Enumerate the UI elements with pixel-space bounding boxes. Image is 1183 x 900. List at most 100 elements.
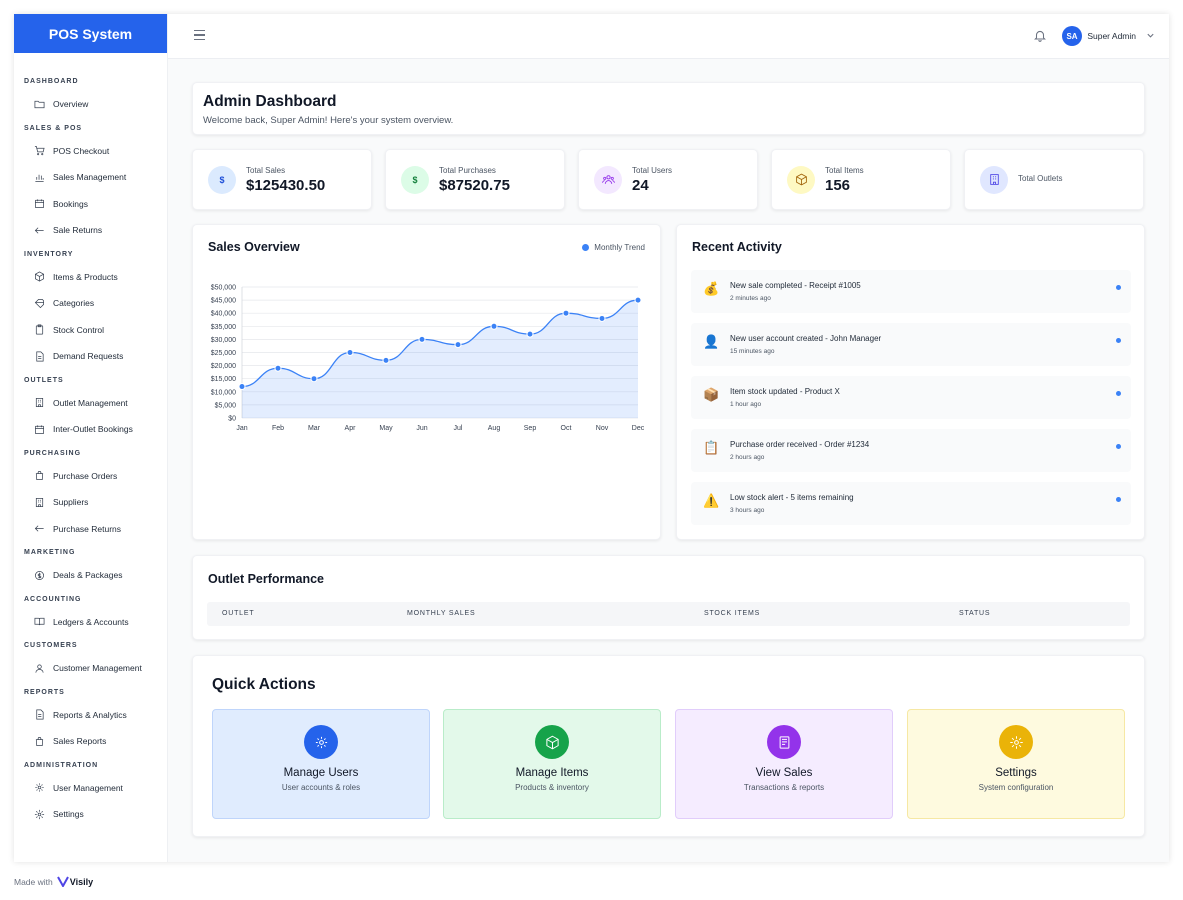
clipboard-icon: 📋 [703, 440, 720, 455]
nav-group: ACCOUNTING Ledgers & Accounts [14, 595, 167, 636]
data-point [274, 364, 282, 372]
user-avatar[interactable]: SA [1062, 26, 1082, 46]
sidebar-item-purchase-orders[interactable]: Purchase Orders [14, 463, 167, 490]
sidebar-item-customer-management[interactable]: Customer Management [14, 655, 167, 682]
column-header-outlet[interactable]: OUTLET [222, 610, 254, 617]
menu-toggle-icon[interactable] [194, 30, 205, 41]
sidebar-item-sales-management[interactable]: Sales Management [14, 164, 167, 191]
y-tick-label: $5,000 [215, 402, 237, 409]
sidebar-item-suppliers[interactable]: Suppliers [14, 489, 167, 516]
building-icon [980, 165, 1008, 194]
y-tick-label: $20,000 [211, 363, 236, 370]
stat-card-total-outlets[interactable]: Total Outlets [964, 149, 1144, 210]
sidebar-item-settings[interactable]: Settings [14, 801, 167, 828]
column-header-stock-items[interactable]: STOCK ITEMS [704, 610, 760, 617]
x-tick-label: Jan [236, 425, 247, 432]
sidebar-item-pos-checkout[interactable]: POS Checkout [14, 138, 167, 165]
sidebar-item-overview[interactable]: Overview [14, 91, 167, 118]
user-name[interactable]: Super Admin [1087, 31, 1136, 41]
sidebar-item-inter-outlet-bookings[interactable]: Inter-Outlet Bookings [14, 416, 167, 443]
column-header-status[interactable]: STATUS [959, 610, 990, 617]
sidebar-item-demand-requests[interactable]: Demand Requests [14, 343, 167, 370]
nav-section-title: ADMINISTRATION [24, 761, 99, 769]
sidebar-item-sale-returns[interactable]: Sale Returns [14, 217, 167, 244]
sidebar-item-sales-reports[interactable]: Sales Reports [14, 728, 167, 755]
made-with-footer: Made with Visily [14, 876, 93, 887]
sidebar-item-label: User Management [53, 782, 123, 793]
chevron-down-icon[interactable] [1146, 31, 1155, 40]
unread-dot [1116, 338, 1121, 343]
y-tick-label: $0 [228, 416, 236, 423]
receipt-icon [767, 725, 801, 759]
brand-logo[interactable]: POS System [14, 14, 167, 53]
nav-section-title: ACCOUNTING [24, 595, 82, 603]
quick-action-title: Manage Items [515, 767, 589, 779]
activity-text: New user account created - John Manager [730, 334, 882, 343]
sidebar-item-label: Purchase Orders [53, 470, 118, 481]
quick-action-manage-items[interactable]: Manage Items Products & inventory [443, 709, 661, 819]
warning-icon: ⚠️ [703, 493, 720, 508]
nav-group: PURCHASING Purchase Orders Suppliers Purcha… [14, 449, 167, 543]
quick-action-manage-users[interactable]: Manage Users User accounts & roles [212, 709, 430, 819]
sidebar-item-label: Sales Reports [53, 736, 107, 747]
quick-action-subtitle: Transactions & reports [743, 783, 825, 792]
money-bag-icon: 💰 [703, 281, 720, 296]
box-icon [535, 725, 569, 759]
activity-item[interactable]: 💰 New sale completed - Receipt #1005 2 min… [691, 270, 1131, 313]
sidebar-item-deals-packages[interactable]: Deals & Packages [14, 562, 167, 589]
nav-group: INVENTORY Items & Products Categories Stock… [14, 250, 167, 370]
sidebar-item-label: Items & Products [53, 271, 118, 282]
sidebar-item-user-management[interactable]: User Management [14, 775, 167, 802]
sidebar-item-bookings[interactable]: Bookings [14, 191, 167, 218]
sidebar-item-outlet-management[interactable]: Outlet Management [14, 390, 167, 417]
y-tick-label: $10,000 [211, 389, 236, 396]
quick-action-subtitle: System configuration [978, 783, 1054, 792]
dollar-circle-icon [34, 570, 53, 581]
quick-action-subtitle: Products & inventory [515, 783, 589, 792]
nav-group: SALES & POS POS Checkout Sales Management B… [14, 124, 167, 244]
stat-value: $125430.50 [246, 176, 326, 194]
calendar-icon [34, 424, 53, 435]
quick-action-title: Settings [995, 767, 1037, 779]
quick-actions-title: Quick Actions [212, 676, 316, 693]
sidebar-item-stock-control[interactable]: Stock Control [14, 317, 167, 344]
stat-value: 156 [825, 176, 851, 194]
sales-overview-title: Sales Overview [208, 240, 300, 254]
sidebar-item-reports-analytics[interactable]: Reports & Analytics [14, 702, 167, 729]
sales-overview-card: Sales Overview Monthly Trend $50,000 $45,… [192, 224, 661, 540]
data-point [598, 314, 606, 322]
data-point [310, 375, 318, 383]
x-tick-label: May [379, 425, 393, 432]
sidebar-item-purchase-returns[interactable]: Purchase Returns [14, 516, 167, 543]
stat-card-total-purchases[interactable]: $ Total Purchases $87520.75 [385, 149, 565, 210]
book-icon [34, 616, 53, 627]
activity-item[interactable]: 📋 Purchase order received - Order #1234 2 … [691, 429, 1131, 472]
stat-card-total-users[interactable]: Total Users 24 [578, 149, 758, 210]
user-icon: 👤 [703, 334, 720, 349]
sidebar-item-items-products[interactable]: Items & Products [14, 264, 167, 291]
clipboard-icon [34, 324, 53, 335]
data-point [454, 341, 462, 349]
activity-item[interactable]: 👤 New user account created - John Manager… [691, 323, 1131, 366]
quick-action-view-sales[interactable]: View Sales Transactions & reports [675, 709, 893, 819]
notification-bell-icon[interactable] [1033, 28, 1047, 43]
visily-logo[interactable]: Visily [56, 876, 93, 887]
data-point [346, 349, 354, 356]
stat-card-total-items[interactable]: Total Items 156 [771, 149, 951, 210]
activity-item[interactable]: ⚠️ Low stock alert - 5 items remaining 3 h… [691, 482, 1131, 525]
sidebar-item-label: Ledgers & Accounts [53, 616, 129, 627]
stat-card-total-sales[interactable]: $ Total Sales $125430.50 [192, 149, 372, 210]
sidebar-item-label: Deals & Packages [53, 570, 123, 581]
stat-label: Total Items [825, 165, 864, 175]
column-header-monthly-sales[interactable]: MONTHLY SALES [407, 610, 476, 617]
recent-activity-title: Recent Activity [692, 240, 782, 254]
sidebar-item-ledgers-accounts[interactable]: Ledgers & Accounts [14, 609, 167, 636]
data-point [490, 322, 498, 330]
activity-text: Item stock updated - Product X [730, 387, 840, 396]
quick-action-settings[interactable]: Settings System configuration [907, 709, 1125, 819]
sidebar-item-label: Outlet Management [53, 397, 128, 408]
y-tick-label: $45,000 [211, 298, 236, 305]
users-gear-icon [304, 725, 338, 759]
sidebar-item-categories[interactable]: Categories [14, 290, 167, 317]
activity-item[interactable]: 📦 Item stock updated - Product X 1 hour ag… [691, 376, 1131, 419]
